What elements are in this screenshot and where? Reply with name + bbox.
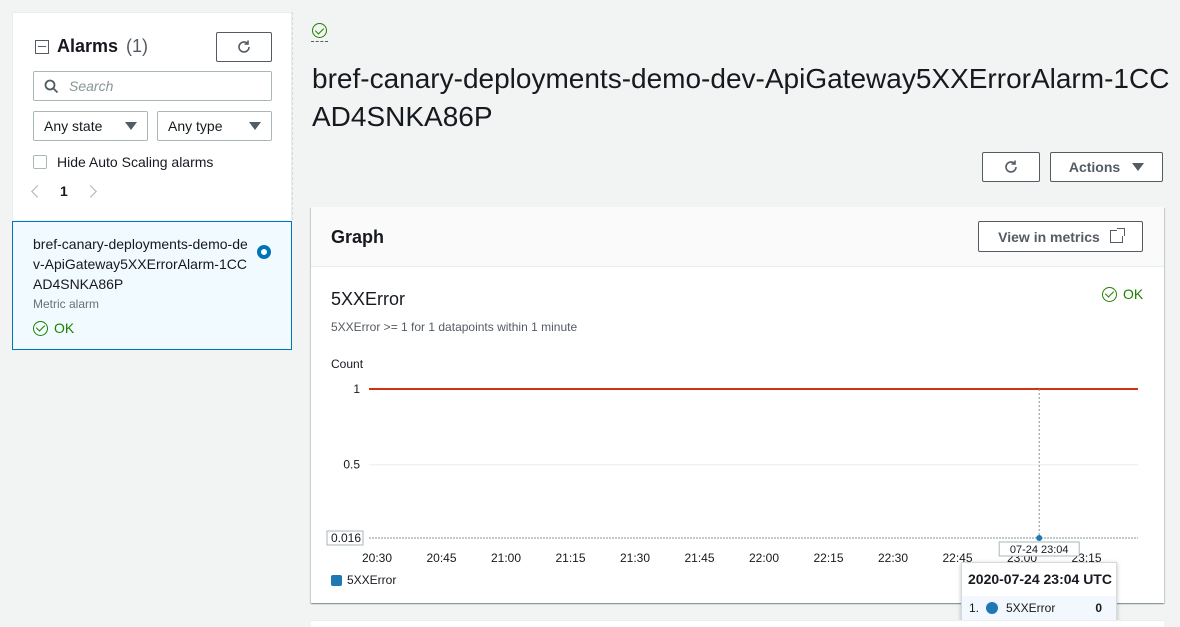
refresh-button[interactable] (982, 152, 1040, 182)
type-filter-value: Any type (168, 118, 223, 134)
refresh-icon (238, 40, 250, 53)
alarm-list-item[interactable]: bref-canary-deployments-demo-dev-ApiGate… (12, 221, 292, 350)
graph-header: Graph View in metrics (311, 207, 1164, 267)
x-tick-label: 21:30 (620, 551, 650, 565)
ok-check-icon (1102, 286, 1117, 302)
alarms-title: Alarms (57, 36, 119, 56)
metric-name: 5XXError (331, 289, 406, 309)
tooltip-index: 1. (969, 601, 980, 615)
x-tick-label: 21:00 (491, 551, 521, 565)
alarm-status-label: OK (54, 320, 75, 336)
y-axis-label: Count (331, 357, 364, 371)
tooltip-series: 5XXError (1006, 601, 1056, 615)
page-title: bref-canary-deployments-demo-dev-ApiGate… (312, 63, 1170, 132)
x-tick-label: 22:30 (878, 551, 908, 565)
collapse-icon[interactable] (35, 39, 49, 54)
x-tick-label: 21:45 (684, 551, 714, 565)
hide-autoscaling-checkbox[interactable] (33, 155, 47, 169)
chart-legend[interactable]: 5XXError (331, 573, 396, 587)
metric-status: OK (1102, 286, 1143, 302)
refresh-button[interactable] (216, 32, 272, 62)
panel-divider (292, 12, 293, 220)
legend-label: 5XXError (347, 573, 397, 587)
refresh-icon (1005, 160, 1017, 173)
tooltip-row: 1. 5XXError 0 (962, 596, 1116, 620)
x-tick-label: 21:15 (555, 551, 585, 565)
external-link-icon (1109, 228, 1125, 243)
y-tick-label: 0.5 (343, 458, 360, 472)
graph-title: Graph (331, 227, 385, 247)
tooltip-time: 2020-07-24 23:04 UTC (968, 571, 1112, 587)
graph-panel: Graph View in metrics 5XXError OK 5XXErr… (311, 207, 1164, 603)
next-panel (311, 620, 1164, 627)
state-filter-value: Any state (44, 118, 103, 134)
y-tick-label: 1 (353, 382, 360, 396)
actions-button[interactable]: Actions (1050, 152, 1163, 182)
type-filter-select[interactable]: Any type (157, 111, 272, 141)
metric-chart[interactable]: 1 0.5 0.016 20:30 20:45 21:00 21:15 21:30 21:45… (311, 377, 1164, 567)
chart-tooltip: 2020-07-24 23:04 UTC 1. 5XXError 0 (961, 562, 1117, 624)
ok-check-icon (33, 320, 48, 336)
alarm-status: OK (33, 320, 74, 336)
hide-autoscaling-row: Hide Auto Scaling alarms (33, 154, 213, 170)
actions-label: Actions (1068, 159, 1121, 175)
alarm-condition: 5XXError >= 1 for 1 datapoints within 1 … (331, 320, 578, 334)
status-underline (311, 41, 328, 42)
search-icon (44, 79, 59, 93)
ok-check-icon (312, 23, 327, 38)
pagination: 1 (31, 183, 97, 199)
alarms-count: (1) (126, 36, 149, 56)
legend-swatch (331, 574, 342, 586)
search-field[interactable] (33, 71, 272, 101)
hide-autoscaling-label: Hide Auto Scaling alarms (57, 154, 214, 170)
hover-label: 07-24 23:04 (1010, 544, 1069, 556)
chevron-right-icon[interactable] (83, 184, 97, 198)
alarm-type: Metric alarm (33, 297, 100, 311)
data-point (1036, 535, 1043, 541)
alarm-name: bref-canary-deployments-demo-dev-ApiGate… (33, 236, 248, 292)
page-number[interactable]: 1 (60, 183, 68, 199)
x-tick-label: 20:45 (426, 551, 456, 565)
caret-down-icon (249, 122, 261, 130)
alarms-panel: Alarms (1) Any state Any type Hide Auto … (12, 12, 292, 220)
view-in-metrics-label: View in metrics (998, 228, 1100, 245)
chevron-left-icon[interactable] (31, 184, 44, 198)
alarm-select-radio[interactable] (257, 245, 271, 259)
caret-down-icon (125, 122, 137, 130)
x-tick-label: 22:00 (749, 551, 779, 565)
alarms-header: Alarms (1) (35, 36, 148, 57)
x-tick-label: 22:15 (813, 551, 843, 565)
metric-status-label: OK (1123, 286, 1144, 302)
tooltip-value: 0 (1095, 601, 1102, 615)
tooltip-series-dot (986, 602, 998, 614)
search-input[interactable] (69, 78, 249, 94)
view-in-metrics-button[interactable]: View in metrics (978, 221, 1143, 252)
caret-down-icon (1132, 163, 1145, 171)
x-tick-label: 20:30 (362, 551, 392, 565)
state-filter-select[interactable]: Any state (33, 111, 148, 141)
y-tick-label: 0.016 (331, 531, 361, 545)
